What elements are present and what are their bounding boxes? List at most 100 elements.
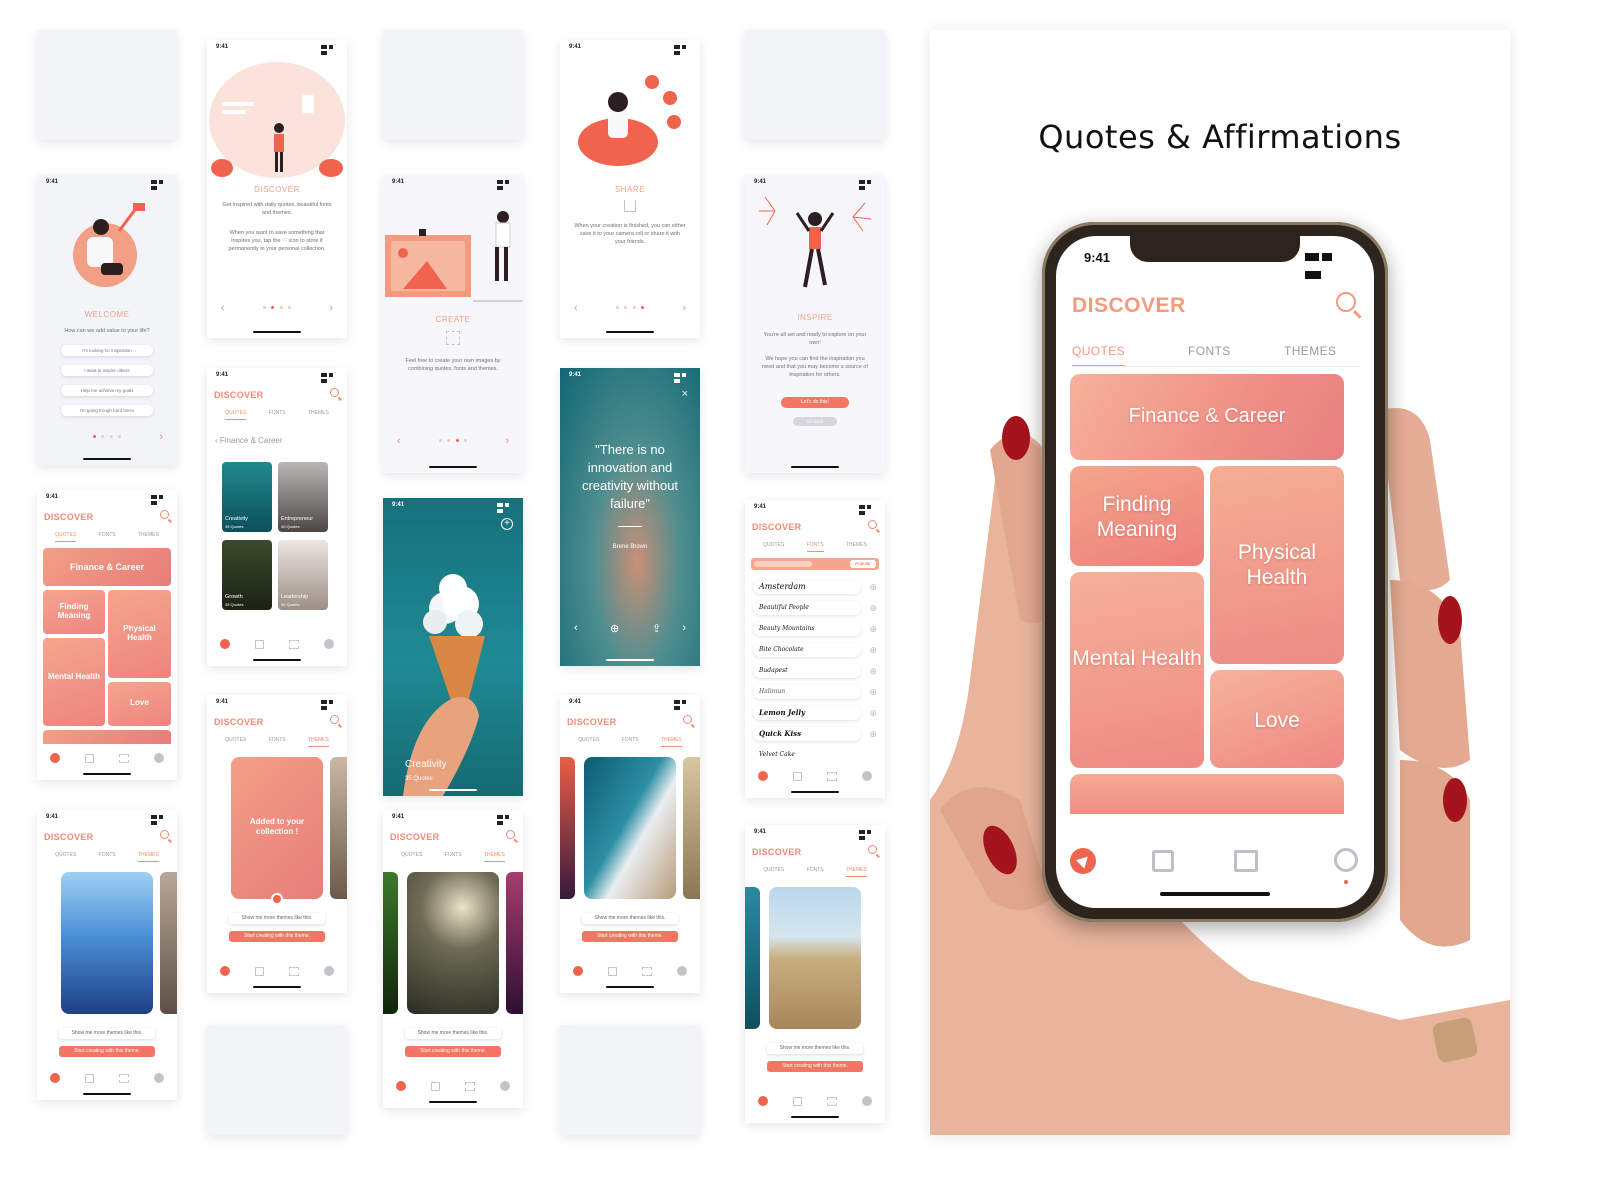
add-icon[interactable]: + bbox=[501, 518, 513, 530]
search-icon[interactable] bbox=[683, 715, 692, 724]
category-creativity[interactable]: Creativity 35 Quotes bbox=[222, 462, 272, 532]
next-arrow-icon[interactable]: › bbox=[159, 431, 163, 443]
go-back-button[interactable]: Go back bbox=[793, 417, 837, 426]
profile-icon[interactable] bbox=[862, 771, 873, 781]
tab-quotes[interactable]: QUOTES bbox=[401, 852, 422, 862]
font-row[interactable]: Bite Chocolate ⊕ bbox=[751, 641, 879, 662]
discover-icon[interactable] bbox=[757, 1096, 768, 1106]
add-font-icon[interactable]: ⊕ bbox=[869, 729, 877, 740]
tab-themes[interactable]: THEMES bbox=[660, 737, 682, 747]
add-font-icon[interactable]: ⊕ bbox=[869, 666, 877, 677]
tab-themes[interactable]: THEMES bbox=[138, 532, 159, 542]
tab-fonts[interactable]: FONTS bbox=[1188, 344, 1231, 365]
tile-physical-health[interactable]: Physical Health bbox=[108, 590, 171, 678]
search-icon[interactable] bbox=[160, 830, 169, 839]
tab-quotes[interactable]: QUOTES bbox=[225, 410, 247, 420]
tab-themes[interactable]: THEMES bbox=[845, 867, 867, 877]
profile-icon[interactable] bbox=[1334, 848, 1358, 872]
theme-card-meadow-path[interactable] bbox=[769, 887, 861, 1029]
tile-physical-health[interactable]: Physical Health bbox=[1210, 466, 1344, 664]
theme-card-elephant[interactable] bbox=[407, 872, 499, 1014]
tile-finance-career[interactable]: Finance & Career bbox=[43, 548, 171, 586]
start-creating-button[interactable]: Start creating with this theme. bbox=[229, 931, 325, 942]
prev-arrow-icon[interactable]: ‹ bbox=[221, 302, 225, 314]
search-icon[interactable] bbox=[506, 830, 515, 839]
create-icon[interactable] bbox=[465, 1081, 476, 1091]
add-font-icon[interactable]: ⊕ bbox=[869, 687, 877, 698]
tile-finding-meaning[interactable]: Finding Meaning bbox=[43, 590, 105, 634]
add-icon[interactable]: ⊕ bbox=[610, 622, 619, 635]
tab-themes[interactable]: THEMES bbox=[1284, 344, 1336, 365]
font-search-input[interactable] bbox=[754, 561, 812, 567]
start-creating-button[interactable]: Start creating with this theme. bbox=[767, 1061, 863, 1072]
tile-love[interactable]: Love bbox=[1210, 670, 1344, 768]
profile-icon[interactable] bbox=[862, 1096, 873, 1106]
tab-themes[interactable]: THEMES bbox=[483, 852, 505, 862]
tab-fonts[interactable]: FONTS bbox=[622, 737, 639, 747]
add-font-icon[interactable]: ⊕ bbox=[869, 624, 877, 635]
search-icon[interactable] bbox=[330, 388, 339, 397]
prev-arrow-icon[interactable]: ‹ bbox=[397, 435, 401, 447]
tab-quotes[interactable]: QUOTES bbox=[1072, 344, 1126, 367]
tab-quotes[interactable]: QUOTES bbox=[763, 867, 784, 877]
font-row[interactable]: Velvet Cake bbox=[751, 746, 879, 760]
discover-icon[interactable] bbox=[1070, 848, 1096, 874]
tab-themes[interactable]: THEMES bbox=[846, 542, 867, 552]
more-themes-button[interactable]: Show me more themes like this. bbox=[582, 913, 678, 924]
create-icon[interactable] bbox=[119, 753, 130, 763]
back-breadcrumb[interactable]: ‹ Finance & Career bbox=[215, 436, 283, 445]
tile-mental-health[interactable]: Mental Health bbox=[1070, 572, 1204, 768]
share-icon[interactable]: ⇪ bbox=[652, 622, 661, 635]
tile-partial[interactable] bbox=[43, 730, 171, 744]
font-row[interactable]: Lemon Jelly ⊕ bbox=[751, 704, 879, 725]
tile-mental-health[interactable]: Mental Health bbox=[43, 638, 105, 726]
next-arrow-icon[interactable]: › bbox=[505, 435, 509, 447]
collection-icon[interactable] bbox=[430, 1081, 440, 1091]
search-icon[interactable] bbox=[1336, 292, 1356, 312]
profile-icon[interactable] bbox=[500, 1081, 511, 1091]
font-row[interactable]: Amsterdam ⊕ bbox=[751, 578, 879, 599]
category-growth[interactable]: Growth 45 Quotes bbox=[222, 540, 272, 610]
profile-icon[interactable] bbox=[324, 639, 335, 649]
font-row[interactable]: Halimun ⊕ bbox=[751, 683, 879, 704]
discover-icon[interactable] bbox=[572, 966, 583, 976]
search-icon[interactable] bbox=[330, 715, 339, 724]
discover-icon[interactable] bbox=[49, 1073, 60, 1083]
collection-icon[interactable] bbox=[254, 966, 264, 976]
font-row[interactable]: Beauty Mountains ⊕ bbox=[751, 620, 879, 641]
tab-fonts[interactable]: FONTS bbox=[99, 852, 116, 862]
category-leadership[interactable]: Leadership 50 Quotes bbox=[278, 540, 328, 610]
collection-icon[interactable] bbox=[254, 639, 264, 649]
create-icon[interactable] bbox=[827, 1096, 838, 1106]
next-arrow-icon[interactable]: › bbox=[329, 302, 333, 314]
next-arrow-icon[interactable]: › bbox=[682, 302, 686, 314]
profile-icon[interactable] bbox=[154, 753, 165, 763]
font-row[interactable]: Beautiful People ⊕ bbox=[751, 599, 879, 620]
profile-icon[interactable] bbox=[324, 966, 335, 976]
create-icon[interactable] bbox=[1234, 850, 1258, 872]
more-themes-button[interactable]: Show me more themes like this. bbox=[767, 1043, 863, 1054]
tab-fonts[interactable]: FONTS bbox=[445, 852, 462, 862]
collection-icon[interactable] bbox=[792, 771, 802, 781]
option-hard-times[interactable]: I'm going trough hard times bbox=[61, 405, 153, 416]
option-goals[interactable]: Help me achieve my goals bbox=[61, 385, 153, 396]
tab-fonts[interactable]: FONTS bbox=[99, 532, 116, 542]
category-entrepreneur[interactable]: Entrepreneur 40 Quotes bbox=[278, 462, 328, 532]
search-icon[interactable] bbox=[868, 520, 877, 529]
more-themes-button[interactable]: Show me more themes like this. bbox=[405, 1028, 501, 1039]
option-inspiration[interactable]: I'm looking for inspiration bbox=[61, 345, 153, 356]
create-icon[interactable] bbox=[289, 639, 300, 649]
tab-quotes[interactable]: QUOTES bbox=[55, 532, 77, 542]
discover-icon[interactable] bbox=[219, 966, 230, 976]
profile-icon[interactable] bbox=[154, 1073, 165, 1083]
more-themes-button[interactable]: Show me more themes like this. bbox=[229, 913, 325, 924]
discover-icon[interactable] bbox=[757, 771, 768, 781]
start-creating-button[interactable]: Start creating with this theme. bbox=[582, 931, 678, 942]
add-font-icon[interactable]: ⊕ bbox=[869, 582, 877, 593]
discover-icon[interactable] bbox=[49, 753, 60, 763]
create-icon[interactable] bbox=[642, 966, 653, 976]
tab-quotes[interactable]: QUOTES bbox=[225, 737, 246, 747]
start-creating-button[interactable]: Start creating with this theme. bbox=[59, 1046, 155, 1057]
discover-icon[interactable] bbox=[395, 1081, 406, 1091]
option-inspire-others[interactable]: I want to inspire others bbox=[61, 365, 153, 376]
